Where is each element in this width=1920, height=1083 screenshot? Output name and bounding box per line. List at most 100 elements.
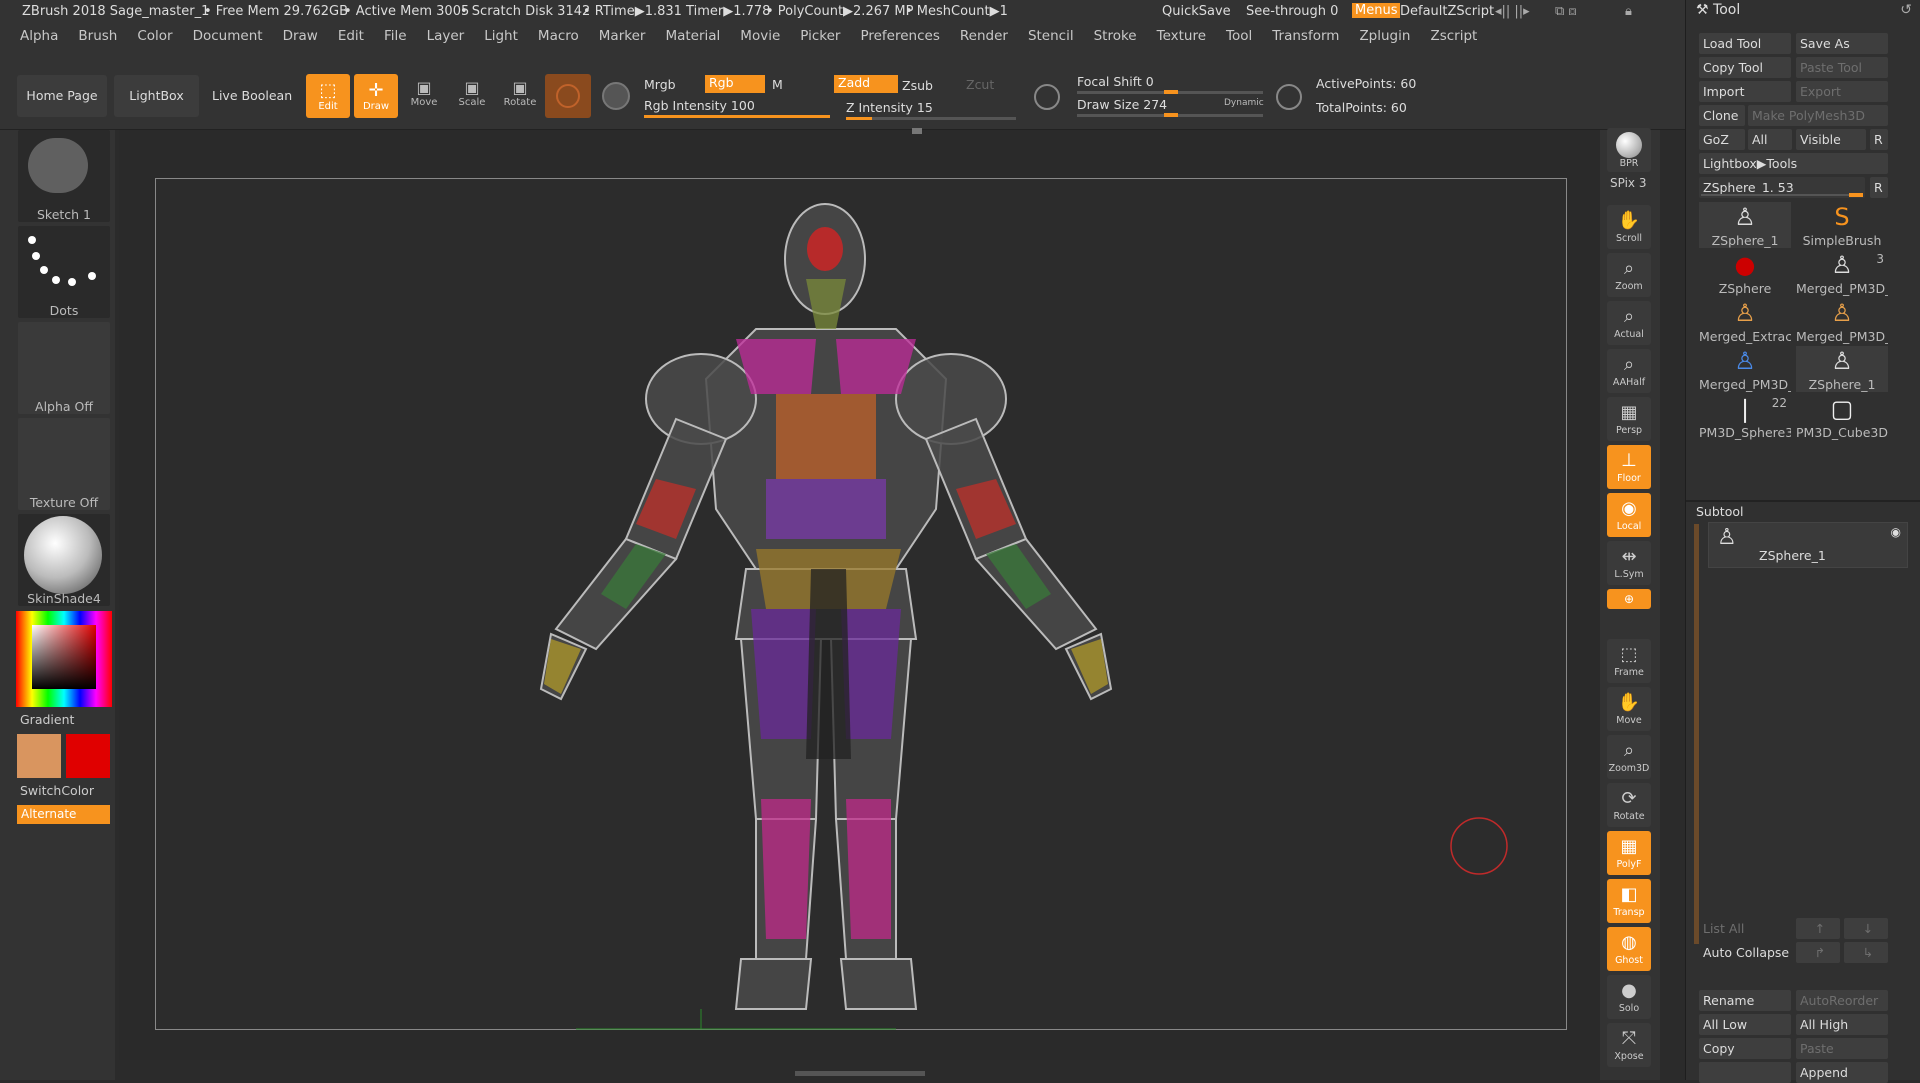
rename-button[interactable]: Rename bbox=[1699, 990, 1791, 1011]
lightbox-button[interactable]: LightBox bbox=[114, 75, 199, 117]
texture-thumbnail[interactable]: Texture Off bbox=[18, 418, 110, 510]
menu-render[interactable]: Render bbox=[960, 28, 1008, 44]
menu-edit[interactable]: Edit bbox=[338, 28, 364, 44]
lightbox-tools-button[interactable]: Lightbox▶Tools bbox=[1699, 153, 1888, 174]
mrgb-button[interactable]: Mrgb bbox=[644, 77, 676, 92]
live-boolean-button[interactable]: Live Boolean bbox=[212, 88, 292, 103]
alternate-button[interactable]: Alternate bbox=[17, 805, 110, 824]
tool-thumbnail[interactable]: ♙ Merged_PM3D_ bbox=[1699, 346, 1791, 392]
move-down-arrow-icon[interactable]: ↓ bbox=[1844, 918, 1888, 939]
rgb-intensity-slider[interactable] bbox=[644, 115, 830, 118]
tool-thumbnail[interactable]: ♙ ZSphere_1 bbox=[1699, 202, 1791, 248]
make-polymesh-button[interactable]: Make PolyMesh3D bbox=[1748, 105, 1888, 126]
bpr-button[interactable]: BPR bbox=[1607, 128, 1651, 172]
window-layout-icon[interactable]: ⧉ ⧈ bbox=[1555, 4, 1577, 19]
expand-arrow-icon[interactable]: ↳ bbox=[1844, 942, 1888, 963]
edit-button[interactable]: ⬚ Edit bbox=[306, 74, 350, 118]
frame-button[interactable]: ⬚ Frame bbox=[1607, 639, 1651, 683]
bottom-tray-handle[interactable] bbox=[795, 1071, 925, 1076]
zadd-button[interactable]: Zadd bbox=[834, 75, 898, 93]
brush-thumbnail[interactable]: Sketch 1 bbox=[18, 130, 110, 222]
alpha-thumbnail[interactable]: Alpha Off bbox=[18, 322, 110, 414]
move-up-arrow-icon[interactable]: ↑ bbox=[1796, 918, 1840, 939]
tool-thumbnail[interactable]: ❘ PM3D_Sphere3 22 bbox=[1699, 394, 1791, 440]
solo-button[interactable]: ● Solo bbox=[1607, 975, 1651, 1019]
aahalf-button[interactable]: ⌕ AAHalf bbox=[1607, 349, 1651, 393]
tool-thumbnail[interactable]: S SimpleBrush bbox=[1796, 202, 1888, 248]
menu-marker[interactable]: Marker bbox=[599, 28, 646, 44]
copy-tool-button[interactable]: Copy Tool bbox=[1699, 57, 1791, 78]
xyz-button[interactable]: ⊕ bbox=[1607, 589, 1651, 609]
zcut-button[interactable]: Zcut bbox=[966, 77, 994, 92]
stroke-thumbnail[interactable]: Dots bbox=[18, 226, 110, 318]
m-button[interactable]: M bbox=[772, 77, 783, 92]
goz-all-button[interactable]: All bbox=[1748, 129, 1792, 150]
menus-button[interactable]: Menus bbox=[1352, 3, 1401, 18]
rotate-button[interactable]: ⟳ Rotate bbox=[1607, 783, 1651, 827]
material-thumbnail[interactable]: SkinShade4 bbox=[18, 514, 110, 606]
top-tray-handle[interactable] bbox=[912, 128, 922, 134]
menu-zplugin[interactable]: Zplugin bbox=[1359, 28, 1410, 44]
tool-thumbnail[interactable]: ▢ PM3D_Cube3D bbox=[1796, 394, 1888, 440]
menu-alpha[interactable]: Alpha bbox=[20, 28, 58, 44]
draw-button[interactable]: ✛ Draw bbox=[354, 74, 398, 118]
xpose-button[interactable]: ⤧ Xpose bbox=[1607, 1023, 1651, 1067]
lazy-mouse-icon[interactable] bbox=[1034, 84, 1060, 110]
menu-movie[interactable]: Movie bbox=[740, 28, 780, 44]
tool-thumbnail[interactable]: ♙ ZSphere_1 bbox=[1796, 346, 1888, 392]
collapse-arrow-icon[interactable]: ↱ bbox=[1796, 942, 1840, 963]
spix-label[interactable]: SPix 3 bbox=[1610, 176, 1646, 190]
tool-thumbnail[interactable]: ♙ Merged_PM3D_ bbox=[1796, 298, 1888, 344]
menu-file[interactable]: File bbox=[384, 28, 407, 44]
menu-macro[interactable]: Macro bbox=[538, 28, 579, 44]
tool-r-button[interactable]: R bbox=[1870, 177, 1888, 198]
z-intensity-slider[interactable] bbox=[846, 117, 1016, 120]
save-as-button[interactable]: Save As bbox=[1796, 33, 1888, 54]
list-all-button[interactable]: List All bbox=[1699, 918, 1791, 939]
layout-arrows-icon[interactable]: ◂|| ||▸ bbox=[1495, 4, 1530, 19]
menu-texture[interactable]: Texture bbox=[1157, 28, 1206, 44]
clone-button[interactable]: Clone bbox=[1699, 105, 1745, 126]
export-button[interactable]: Export bbox=[1796, 81, 1888, 102]
floor-button[interactable]: ⊥ Floor bbox=[1607, 445, 1651, 489]
draw-size-slider[interactable] bbox=[1077, 113, 1263, 117]
actual-button[interactable]: ⌕ Actual bbox=[1607, 301, 1651, 345]
tool-thumbnail[interactable]: ● ZSphere bbox=[1699, 250, 1791, 296]
menu-layer[interactable]: Layer bbox=[427, 28, 465, 44]
tool-thumbnail[interactable]: ♙ Merged_Extrac bbox=[1699, 298, 1791, 344]
menu-document[interactable]: Document bbox=[193, 28, 263, 44]
menu-preferences[interactable]: Preferences bbox=[860, 28, 939, 44]
menu-brush[interactable]: Brush bbox=[78, 28, 117, 44]
menu-draw[interactable]: Draw bbox=[283, 28, 318, 44]
secondary-color-swatch[interactable] bbox=[66, 734, 110, 778]
color-picker[interactable] bbox=[16, 611, 112, 707]
scroll-button[interactable]: ✋ Scroll bbox=[1607, 205, 1651, 249]
menu-transform[interactable]: Transform bbox=[1272, 28, 1339, 44]
home-page-button[interactable]: Home Page bbox=[17, 75, 107, 117]
zsub-button[interactable]: Zsub bbox=[902, 78, 933, 93]
menu-stroke[interactable]: Stroke bbox=[1094, 28, 1137, 44]
zoom-button[interactable]: ⌕ Zoom bbox=[1607, 253, 1651, 297]
menu-color[interactable]: Color bbox=[137, 28, 172, 44]
menu-zscript[interactable]: Zscript bbox=[1430, 28, 1477, 44]
move-button[interactable]: ✋ Move bbox=[1607, 687, 1651, 731]
gradient-label[interactable]: Gradient bbox=[20, 712, 74, 727]
menu-picker[interactable]: Picker bbox=[800, 28, 840, 44]
lock-icon[interactable]: 🔒︎ bbox=[1625, 4, 1632, 19]
see-through-slider[interactable]: See-through 0 bbox=[1246, 4, 1338, 19]
paste-button[interactable]: Paste bbox=[1796, 1038, 1888, 1059]
subtool-item[interactable]: ♙ ◉ ZSphere_1 bbox=[1708, 522, 1908, 568]
goz-button[interactable]: GoZ bbox=[1699, 129, 1745, 150]
goz-r-button[interactable]: R bbox=[1870, 129, 1888, 150]
auto-reorder-button[interactable]: AutoReorder bbox=[1796, 990, 1888, 1011]
polyf-button[interactable]: ▦ PolyF bbox=[1607, 831, 1651, 875]
switch-color-button[interactable]: SwitchColor bbox=[20, 783, 94, 798]
import-button[interactable]: Import bbox=[1699, 81, 1791, 102]
focal-shift-slider[interactable] bbox=[1077, 90, 1263, 94]
rotate-button[interactable]: ▣ Rotate bbox=[498, 78, 542, 118]
paste-tool-button[interactable]: Paste Tool bbox=[1796, 57, 1888, 78]
all-low-button[interactable]: All Low bbox=[1699, 1014, 1791, 1035]
dynamic-button[interactable]: Dynamic bbox=[1224, 98, 1264, 108]
menu-material[interactable]: Material bbox=[665, 28, 720, 44]
spotlight-icon[interactable] bbox=[602, 82, 630, 110]
